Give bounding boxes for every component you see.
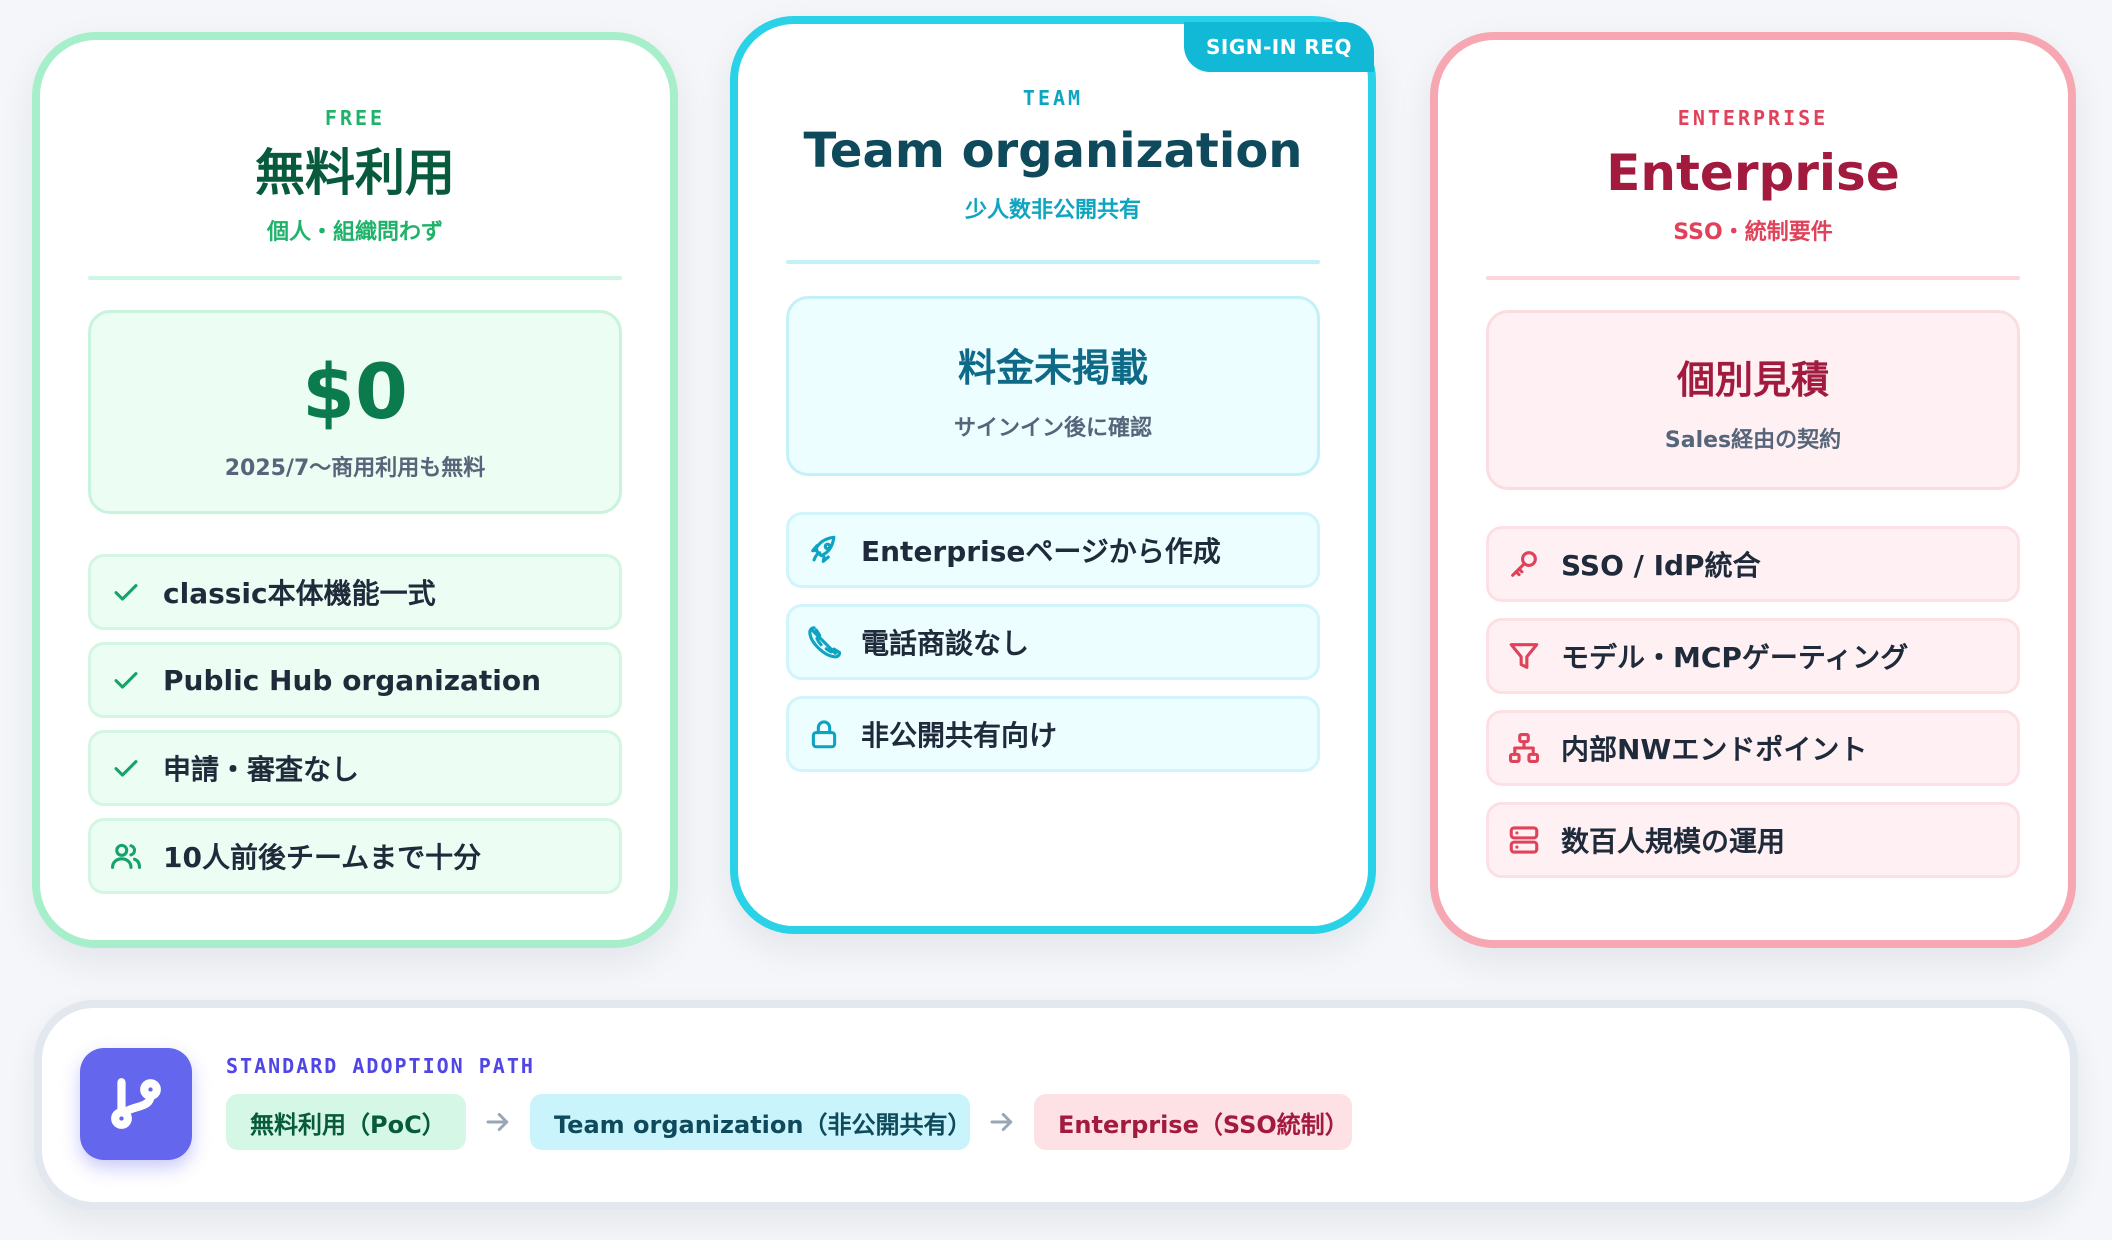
- filter-icon: [1507, 639, 1541, 673]
- divider: [786, 260, 1320, 264]
- price-value: $0: [302, 347, 408, 436]
- plan-card-free: FREE 無料利用 個人・組織問わず $0 2025/7〜商用利用も無料 cla…: [32, 32, 678, 948]
- feature-item: 申請・審査なし: [88, 730, 622, 806]
- plan-subtitle: 少人数非公開共有: [964, 198, 1141, 223]
- feature-label: Public Hub organization: [163, 663, 542, 697]
- feature-item: Enterpriseページから作成: [786, 512, 1320, 588]
- plan-header-enterprise: ENTERPRISE Enterprise SSO・統制要件: [1486, 106, 2020, 246]
- feature-item: 電話商談なし: [786, 604, 1320, 680]
- plan-tier-label: TEAM: [1022, 86, 1084, 110]
- feature-label: SSO / IdP統合: [1561, 549, 1761, 582]
- feature-item: モデル・MCPゲーティング: [1486, 618, 2020, 694]
- feature-label: 内部NWエンドポイント: [1561, 733, 1868, 766]
- feature-item: 内部NWエンドポイント: [1486, 710, 2020, 786]
- phone-off-icon: [807, 625, 842, 659]
- arrow-right-icon: [970, 1107, 1034, 1137]
- feature-label: 10人前後チームまで十分: [163, 841, 482, 874]
- feature-label: 非公開共有向け: [861, 719, 1058, 752]
- adoption-path-panel: STANDARD ADOPTION PATH 無料利用（PoC） Team or…: [34, 1000, 2078, 1210]
- plan-tier-label: ENTERPRISE: [1677, 106, 1829, 130]
- git-branch-icon: [80, 1048, 192, 1160]
- check-icon: [109, 751, 143, 785]
- feature-label: 電話商談なし: [861, 627, 1030, 660]
- price-value: 個別見積: [1676, 358, 1829, 402]
- plan-subtitle: SSO・統制要件: [1673, 220, 1833, 245]
- plan-title: Enterprise: [1606, 144, 1900, 202]
- sign-in-required-badge: SIGN-IN REQ: [1184, 22, 1374, 72]
- check-icon: [109, 663, 143, 697]
- plan-title: 無料利用: [255, 144, 455, 202]
- price-note: 2025/7〜商用利用も無料: [224, 456, 486, 481]
- price-value: 料金未掲載: [957, 346, 1148, 390]
- feature-label: Enterpriseページから作成: [861, 535, 1221, 568]
- plan-subtitle: 個人・組織問わず: [266, 220, 443, 245]
- feature-label: 数百人規模の運用: [1561, 825, 1786, 858]
- feature-item: 10人前後チームまで十分: [88, 818, 622, 894]
- key-icon: [1507, 547, 1541, 581]
- price-note: Sales経由の契約: [1664, 428, 1842, 453]
- divider: [1486, 276, 2020, 280]
- price-note: サインイン後に確認: [953, 416, 1152, 441]
- check-icon: [109, 575, 143, 609]
- feature-item: 数百人規模の運用: [1486, 802, 2020, 878]
- plan-title: Team organization: [803, 123, 1303, 179]
- plan-tier-label: FREE: [324, 106, 386, 130]
- pricing-plans-page: FREE 無料利用 個人・組織問わず $0 2025/7〜商用利用も無料 cla…: [0, 0, 2112, 1240]
- plan-card-enterprise: ENTERPRISE Enterprise SSO・統制要件 個別見積 Sale…: [1430, 32, 2076, 948]
- lock-icon: [807, 717, 841, 751]
- adoption-step-free: 無料利用（PoC）: [226, 1094, 466, 1150]
- feature-item: SSO / IdP統合: [1486, 526, 2020, 602]
- plan-header-team: TEAM Team organization 少人数非公開共有: [786, 86, 1320, 224]
- plan-card-team: SIGN-IN REQ TEAM Team organization 少人数非公…: [730, 16, 1376, 934]
- feature-label: classic本体機能一式: [163, 577, 436, 610]
- feature-item: classic本体機能一式: [88, 554, 622, 630]
- adoption-path-label: STANDARD ADOPTION PATH: [226, 1054, 535, 1078]
- plan-header-free: FREE 無料利用 個人・組織問わず: [88, 106, 622, 246]
- users-icon: [109, 839, 143, 873]
- network-icon: [1507, 731, 1541, 765]
- adoption-step-team: Team organization（非公開共有）: [530, 1094, 971, 1150]
- adoption-step-enterprise: Enterprise（SSO統制）: [1034, 1094, 1352, 1150]
- price-box: $0 2025/7〜商用利用も無料: [88, 310, 622, 514]
- price-box: 料金未掲載 サインイン後に確認: [786, 296, 1320, 476]
- feature-label: モデル・MCPゲーティング: [1561, 641, 1909, 674]
- rocket-icon: [807, 533, 841, 567]
- server-icon: [1507, 823, 1541, 857]
- divider: [88, 276, 622, 280]
- feature-item: Public Hub organization: [88, 642, 622, 718]
- arrow-right-icon: [466, 1107, 530, 1137]
- feature-item: 非公開共有向け: [786, 696, 1320, 772]
- price-box: 個別見積 Sales経由の契約: [1486, 310, 2020, 490]
- adoption-steps: 無料利用（PoC） Team organization（非公開共有） Enter…: [226, 1094, 1352, 1150]
- feature-label: 申請・審査なし: [163, 753, 360, 786]
